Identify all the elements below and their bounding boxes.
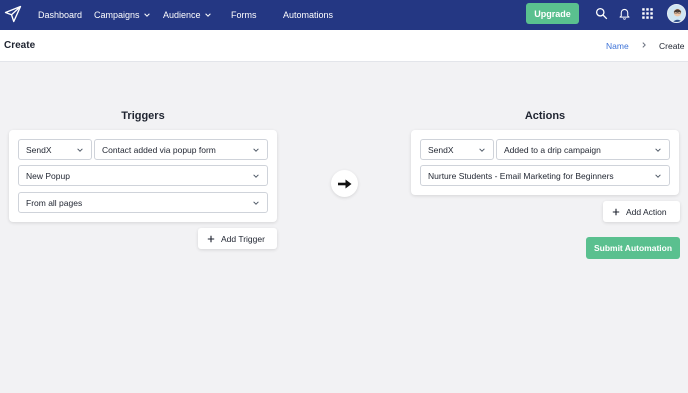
- bell-icon[interactable]: [618, 7, 631, 20]
- action-campaign-select[interactable]: Nurture Students - Email Marketing for B…: [420, 165, 670, 186]
- actions-title: Actions: [524, 110, 566, 122]
- user-avatar-icon: [668, 5, 685, 22]
- action-source-select[interactable]: SendX: [420, 139, 494, 160]
- nav-campaigns[interactable]: Campaigns: [94, 0, 151, 30]
- nav-campaigns-label: Campaigns: [94, 9, 140, 20]
- nav-automations[interactable]: Automations: [283, 0, 333, 30]
- chevron-down-icon: [655, 148, 661, 152]
- trigger-popup-value: New Popup: [26, 170, 70, 181]
- nav-dashboard[interactable]: Dashboard: [38, 0, 82, 30]
- chevron-down-icon: [253, 201, 259, 205]
- chevron-down-icon: [204, 13, 211, 17]
- nav-forms[interactable]: Forms: [231, 0, 257, 30]
- breadcrumb-link-name[interactable]: Name: [606, 41, 629, 51]
- submit-automation-button[interactable]: Submit Automation: [586, 237, 680, 259]
- triggers-panel: SendX Contact added via popup form New P…: [9, 130, 277, 222]
- arrow-right-icon: [337, 179, 351, 188]
- action-type-select[interactable]: Added to a drip campaign: [496, 139, 670, 160]
- nav-dashboard-label: Dashboard: [38, 9, 83, 20]
- nav-audience[interactable]: Audience: [163, 0, 212, 30]
- plus-icon: [207, 235, 215, 242]
- top-nav: Dashboard Campaigns Audience Forms Autom…: [0, 0, 688, 30]
- trigger-source-select[interactable]: SendX: [18, 139, 92, 160]
- add-trigger-button[interactable]: Add Trigger: [198, 228, 277, 249]
- action-campaign-value: Nurture Students - Email Marketing for B…: [428, 170, 614, 181]
- chevron-down-icon: [77, 148, 83, 152]
- chevron-down-icon: [253, 148, 259, 152]
- search-icon[interactable]: [595, 7, 608, 20]
- trigger-pages-select[interactable]: From all pages: [18, 192, 268, 213]
- chevron-down-icon: [143, 13, 150, 17]
- avatar[interactable]: [667, 4, 686, 23]
- nav-audience-label: Audience: [163, 9, 201, 20]
- upgrade-button[interactable]: Upgrade: [526, 3, 579, 24]
- paper-plane-logo-icon[interactable]: [4, 5, 22, 23]
- triggers-title: Triggers: [121, 110, 165, 122]
- page-header: Create Name Create: [0, 30, 688, 62]
- chevron-down-icon: [479, 148, 485, 152]
- action-type-value: Added to a drip campaign: [504, 144, 601, 155]
- flow-arrow: [331, 170, 358, 197]
- trigger-event-select[interactable]: Contact added via popup form: [94, 139, 268, 160]
- nav-automations-label: Automations: [283, 9, 334, 20]
- page-title: Create: [4, 40, 36, 51]
- nav-forms-label: Forms: [231, 9, 257, 20]
- chevron-right-icon: [642, 42, 646, 48]
- trigger-pages-value: From all pages: [26, 197, 83, 208]
- trigger-popup-select[interactable]: New Popup: [18, 165, 268, 186]
- apps-grid-icon[interactable]: [641, 7, 654, 20]
- actions-panel: SendX Added to a drip campaign Nurture S…: [411, 130, 679, 195]
- chevron-down-icon: [253, 174, 259, 178]
- add-action-button[interactable]: Add Action: [603, 201, 680, 222]
- add-trigger-label: Add Trigger: [221, 233, 265, 244]
- add-action-label: Add Action: [626, 206, 667, 217]
- chevron-down-icon: [655, 174, 661, 178]
- action-source-value: SendX: [428, 144, 454, 155]
- plus-icon: [612, 208, 620, 215]
- breadcrumb-current: Create: [659, 41, 685, 51]
- trigger-event-value: Contact added via popup form: [102, 144, 216, 155]
- trigger-source-value: SendX: [26, 144, 52, 155]
